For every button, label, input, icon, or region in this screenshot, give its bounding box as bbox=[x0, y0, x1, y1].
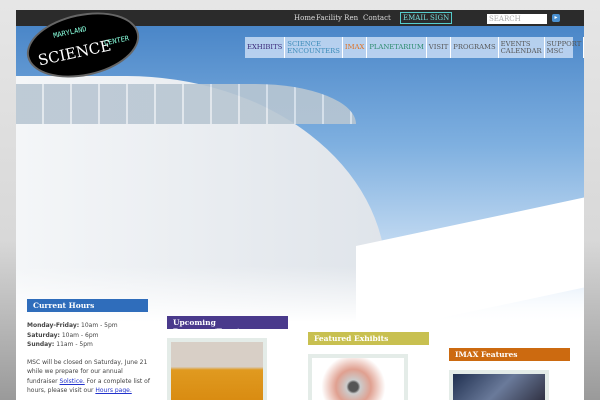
hours-day: Sunday: bbox=[27, 341, 55, 348]
hours-day: Monday-Friday: bbox=[27, 322, 80, 329]
page: Home Facility Ren Contact EMAIL SIGN SEA… bbox=[16, 10, 584, 400]
search-input[interactable]: SEARCH bbox=[487, 14, 547, 24]
email-signup-link[interactable]: EMAIL SIGN bbox=[400, 12, 453, 24]
programs-header: Upcoming Programs/Events bbox=[167, 316, 288, 336]
nav-item[interactable]: PROGRAMS bbox=[451, 37, 499, 58]
contact-link[interactable]: Contact bbox=[363, 14, 391, 22]
nav-item[interactable]: VISIT bbox=[427, 37, 452, 58]
hours-block: Monday-Friday: 10am - 5pm Saturday: 10am … bbox=[27, 321, 152, 396]
logo-science: SCIENCE bbox=[36, 36, 113, 70]
search-button[interactable]: ▸ bbox=[552, 14, 560, 22]
programs-thumbnail[interactable] bbox=[167, 338, 267, 400]
hours-row: Monday-Friday: 10am - 5pm bbox=[27, 321, 152, 331]
nav-item[interactable]: EXHIBITS bbox=[245, 37, 286, 58]
logo-maryland: MARYLAND bbox=[52, 25, 88, 40]
hours-row: Saturday: 10am - 6pm bbox=[27, 331, 152, 341]
hours-row: Sunday: 11am - 5pm bbox=[27, 340, 152, 350]
imax-header: IMAX Features bbox=[449, 348, 570, 361]
nav-item[interactable]: SUPPORT MSC bbox=[545, 37, 584, 58]
building-windows bbox=[16, 84, 356, 124]
hours-time: 10am - 5pm bbox=[79, 322, 118, 329]
home-link[interactable]: Home bbox=[294, 14, 315, 22]
nav-item[interactable]: EVENTS CALENDAR bbox=[499, 37, 545, 58]
nav-item[interactable]: PLANETARIUM bbox=[367, 37, 427, 58]
imax-thumbnail[interactable] bbox=[449, 370, 549, 400]
hours-time: 11am - 5pm bbox=[54, 341, 93, 348]
hours-time: 10am - 6pm bbox=[59, 331, 99, 339]
exhibits-thumbnail[interactable] bbox=[308, 354, 408, 400]
hours-note: MSC will be closed on Saturday, June 21 … bbox=[27, 358, 150, 395]
nav-item[interactable]: IMAX bbox=[343, 37, 368, 58]
current-hours-header: Current Hours bbox=[27, 299, 148, 312]
hours-day: Saturday: bbox=[27, 331, 60, 339]
main-nav: EXHIBITS SCIENCE ENCOUNTERS IMAX PLANETARIU… bbox=[245, 37, 584, 58]
solstice-link[interactable]: Solstice. bbox=[60, 378, 85, 385]
nav-item[interactable]: SCIENCE ENCOUNTERS bbox=[285, 37, 343, 58]
exhibits-header: Featured Exhibits bbox=[308, 332, 429, 345]
facility-link[interactable]: Facility Ren bbox=[316, 14, 358, 22]
hours-page-link[interactable]: Hours page. bbox=[95, 387, 131, 394]
